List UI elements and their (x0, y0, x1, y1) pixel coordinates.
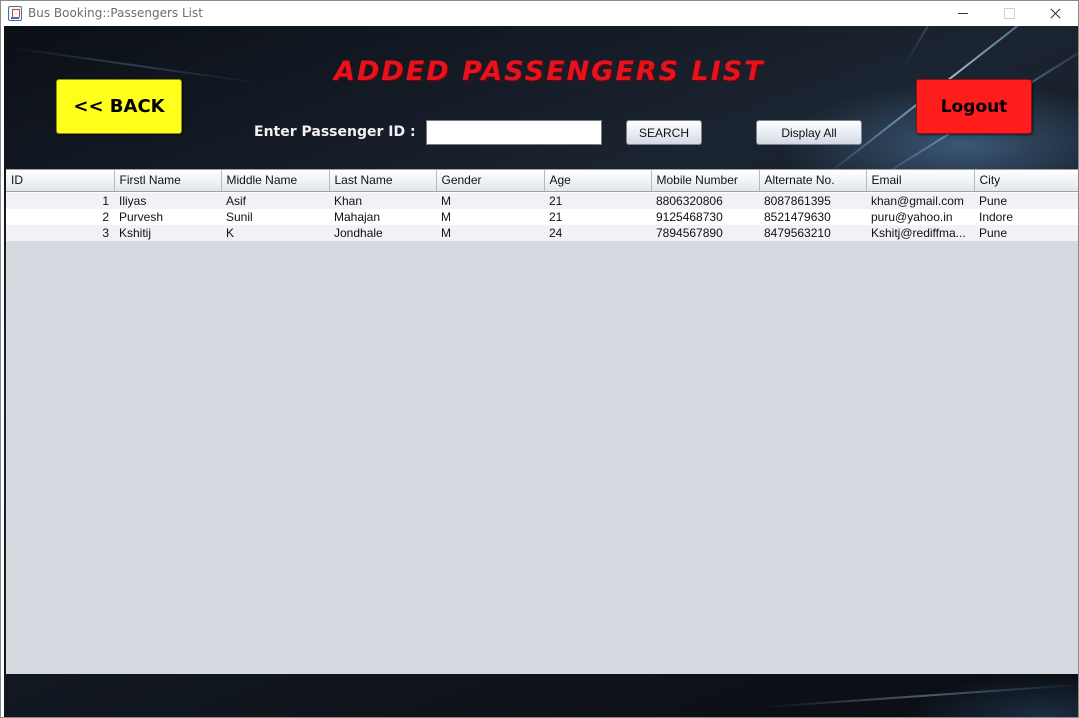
column-header-last-name[interactable]: Last Name (329, 170, 437, 192)
column-header-city[interactable]: City (974, 170, 1078, 192)
cell-email[interactable]: khan@gmail.com (866, 193, 974, 209)
table-header-row: ID Firstl Name Middle Name Last Name Gen… (6, 170, 1078, 192)
column-header-email[interactable]: Email (866, 170, 975, 192)
cell-mobile-number[interactable]: 7894567890 (651, 225, 759, 241)
cell-age[interactable]: 21 (544, 209, 651, 225)
column-header-id[interactable]: ID (6, 170, 115, 192)
page-heading: ADDED PASSENGERS LIST (334, 56, 765, 87)
cell-first-name[interactable]: Purvesh (114, 209, 221, 225)
cell-email[interactable]: Kshitj@rediffma... (866, 225, 974, 241)
display-all-button[interactable]: Display All (756, 120, 862, 145)
column-header-middle-name[interactable]: Middle Name (221, 170, 330, 192)
cell-alternate-no[interactable]: 8521479630 (759, 209, 866, 225)
cell-city[interactable]: Pune (974, 193, 1078, 209)
cell-id[interactable]: 2 (6, 209, 114, 225)
maximize-icon[interactable] (986, 1, 1032, 26)
title-bar[interactable]: Bus Booking::Passengers List (1, 1, 1078, 26)
java-app-icon (8, 6, 22, 21)
passengers-table: ID Firstl Name Middle Name Last Name Gen… (6, 170, 1078, 241)
background-streak (763, 683, 1078, 708)
search-button[interactable]: SEARCH (626, 120, 702, 145)
minimize-icon[interactable] (940, 1, 986, 26)
close-icon[interactable] (1032, 1, 1078, 26)
column-header-alternate-no[interactable]: Alternate No. (759, 170, 867, 192)
table-row[interactable]: 2 Purvesh Sunil Mahajan M 21 9125468730 … (6, 209, 1078, 225)
cell-middle-name[interactable]: Asif (221, 193, 329, 209)
cell-email[interactable]: puru@yahoo.in (866, 209, 974, 225)
cell-id[interactable]: 3 (6, 225, 114, 241)
cell-city[interactable]: Indore (974, 209, 1078, 225)
column-header-first-name[interactable]: Firstl Name (114, 170, 222, 192)
window-title: Bus Booking::Passengers List (28, 6, 203, 20)
cell-first-name[interactable]: Kshitij (114, 225, 221, 241)
cell-middle-name[interactable]: K (221, 225, 329, 241)
cell-gender[interactable]: M (436, 225, 544, 241)
back-button[interactable]: << BACK (56, 79, 182, 134)
cell-mobile-number[interactable]: 9125468730 (651, 209, 759, 225)
column-header-mobile-number[interactable]: Mobile Number (651, 170, 760, 192)
cell-middle-name[interactable]: Sunil (221, 209, 329, 225)
cell-gender[interactable]: M (436, 209, 544, 225)
column-header-age[interactable]: Age (544, 170, 652, 192)
cell-alternate-no[interactable]: 8087861395 (759, 193, 866, 209)
column-header-gender[interactable]: Gender (436, 170, 545, 192)
cell-age[interactable]: 24 (544, 225, 651, 241)
cell-last-name[interactable]: Khan (329, 193, 436, 209)
table-row[interactable]: 1 Iliyas Asif Khan M 21 8806320806 80878… (6, 193, 1078, 209)
cell-id[interactable]: 1 (6, 193, 114, 209)
logout-button[interactable]: Logout (916, 79, 1032, 134)
cell-gender[interactable]: M (436, 193, 544, 209)
cell-mobile-number[interactable]: 8806320806 (651, 193, 759, 209)
cell-age[interactable]: 21 (544, 193, 651, 209)
passengers-table-pane[interactable]: ID Firstl Name Middle Name Last Name Gen… (6, 169, 1078, 674)
cell-first-name[interactable]: Iliyas (114, 193, 221, 209)
table-row[interactable]: 3 Kshitij K Jondhale M 24 7894567890 847… (6, 225, 1078, 241)
cell-alternate-no[interactable]: 8479563210 (759, 225, 866, 241)
application-window: Bus Booking::Passengers List ADDED PASSE… (0, 0, 1079, 718)
main-panel: ADDED PASSENGERS LIST << BACK Logout Ent… (4, 26, 1078, 717)
passenger-id-input[interactable] (426, 120, 602, 145)
passenger-id-label: Enter Passenger ID : (254, 124, 416, 140)
cell-last-name[interactable]: Jondhale (329, 225, 436, 241)
cell-city[interactable]: Pune (974, 225, 1078, 241)
cell-last-name[interactable]: Mahajan (329, 209, 436, 225)
